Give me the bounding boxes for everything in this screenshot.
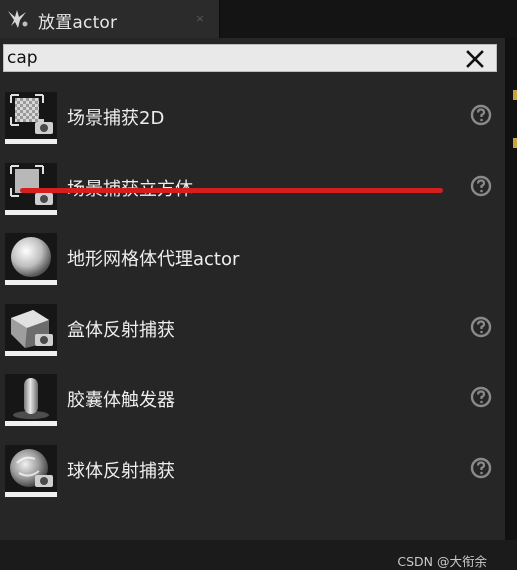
title-bar: 放置actor × <box>0 0 517 38</box>
sphere-reflection-capture-icon <box>5 445 57 497</box>
place-actors-panel: cap 场景捕获2D 地形网格体代理actor 盒体反射捕获 胶囊体触发器 球体… <box>0 38 505 569</box>
help-icon[interactable] <box>470 104 492 126</box>
window-title: 放置actor <box>38 13 118 33</box>
item-label: 地形网格体代理actor <box>67 249 240 270</box>
list-item[interactable]: 盒体反射捕获 <box>0 292 505 362</box>
tab-close-icon[interactable]: × <box>193 12 207 26</box>
list-item[interactable]: 场景捕获立方体 <box>0 151 505 221</box>
item-label: 胶囊体触发器 <box>67 390 175 411</box>
close-icon[interactable] <box>464 48 486 70</box>
red-annotation-underline <box>20 188 443 193</box>
search-input-value[interactable]: cap <box>7 48 38 68</box>
place-actor-icon <box>8 10 28 28</box>
capsule-trigger-icon <box>5 374 57 426</box>
list-item[interactable]: 场景捕获2D <box>0 80 505 150</box>
side-strip <box>505 38 517 540</box>
item-label: 球体反射捕获 <box>67 461 175 482</box>
help-icon[interactable] <box>470 457 492 479</box>
help-icon[interactable] <box>470 175 492 197</box>
tab-place-actor[interactable]: 放置actor × <box>0 0 220 38</box>
search-input[interactable]: cap <box>3 44 497 72</box>
list-item[interactable]: 球体反射捕获 <box>0 433 505 503</box>
list-item[interactable]: 胶囊体触发器 <box>0 362 505 432</box>
side-marker <box>513 90 517 100</box>
help-icon[interactable] <box>470 386 492 408</box>
landscape-mesh-proxy-icon <box>5 233 57 285</box>
side-marker <box>513 138 517 148</box>
item-label: 场景捕获2D <box>67 108 165 129</box>
help-icon[interactable] <box>470 316 492 338</box>
item-label: 盒体反射捕获 <box>67 320 175 341</box>
watermark: CSDN @大衔余 <box>397 554 487 569</box>
box-reflection-capture-icon <box>5 304 57 356</box>
scene-capture-2d-icon <box>5 92 57 144</box>
list-item[interactable]: 地形网格体代理actor <box>0 221 505 291</box>
